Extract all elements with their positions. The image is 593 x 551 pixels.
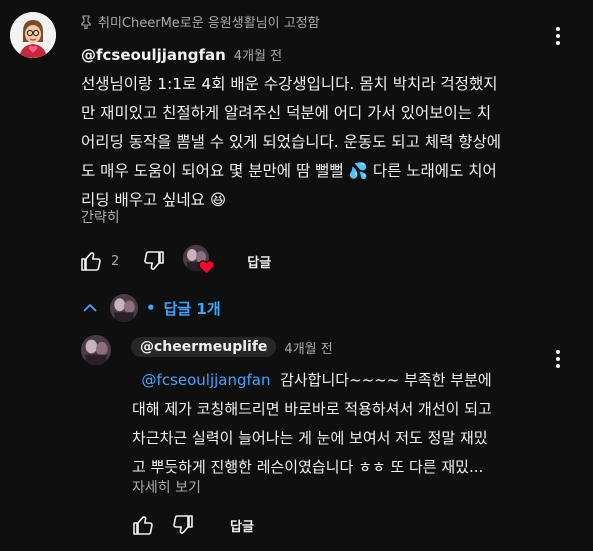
comment-line: 도 매우 도움이 되어요 몇 분만에 땀 뻘뻘 💦 다른 노래에도 치어: [81, 157, 531, 186]
comment-menu-button[interactable]: [548, 24, 568, 48]
reply-author-avatar[interactable]: [81, 335, 111, 365]
show-less-button[interactable]: 간략히: [81, 207, 120, 227]
creator-photo-icon: [81, 335, 111, 365]
reply-line-part: 감사합니다~~~~ 부족한 부분에: [280, 371, 492, 389]
reply-line: 차근차근 실력이 늘어나는 게 눈에 보여서 저도 정말 재밌: [132, 429, 488, 447]
bullet-separator: •: [146, 299, 156, 317]
like-count: 2: [111, 253, 120, 269]
memoji-avatar-icon: [10, 12, 56, 58]
thumb-up-icon: [133, 516, 153, 535]
more-vert-icon: [556, 27, 560, 45]
like-button[interactable]: [130, 511, 156, 539]
read-more-button[interactable]: 자세히 보기: [132, 477, 201, 497]
reply-line: 대해 제가 코칭해드리면 바로바로 적용하셔서 개선이 되고: [132, 400, 492, 418]
smile-emoji: 😆: [209, 191, 227, 209]
dislike-button[interactable]: [141, 247, 167, 275]
replies-toggle[interactable]: • 답글 1개: [82, 290, 221, 326]
sweat-emoji: 💦: [348, 162, 368, 180]
reply-line: @fcseouljjangfan 감사합니다~~~~ 부족한 부분에: [132, 366, 552, 395]
mention-link[interactable]: @fcseouljjangfan: [142, 371, 271, 389]
commenter-avatar[interactable]: [10, 12, 56, 58]
comment-text: 선생님이랑 1:1로 4회 배운 수강생입니다. 몸치 박치라 걱정했지 만 재…: [81, 70, 531, 215]
comment-author[interactable]: @fcseouljjangfan: [81, 46, 226, 64]
comment-line: 만 재미있고 친절하게 알려주신 덕분에 어디 가서 있어보이는 치: [81, 104, 492, 122]
creator-heart-badge: [183, 245, 215, 277]
reply-button[interactable]: 답글: [230, 516, 254, 535]
thumb-down-icon: [173, 515, 193, 534]
pinned-label: 취미CheerMe로운 응원생활님이 고정함: [80, 12, 320, 31]
comment-line: 리딩 배우고 싶네요 😆: [81, 186, 531, 215]
like-button[interactable]: [78, 247, 104, 275]
comment-actions: 2 답글: [78, 245, 271, 277]
thumb-up-icon: [81, 252, 101, 271]
pin-icon: [81, 14, 91, 29]
comment-line: 선생님이랑 1:1로 4회 배운 수강생입니다. 몸치 박치라 걱정했지: [81, 75, 498, 93]
reply-actions: 답글: [130, 510, 254, 540]
pinned-text: 취미CheerMe로운 응원생활님이 고정함: [98, 16, 320, 31]
comment-line: 어리딩 동작을 뽐낼 수 있게 되었습니다. 운동도 되고 체력 향상에: [81, 133, 502, 151]
reply-timestamp[interactable]: 4개월 전: [284, 338, 332, 357]
heart-icon: [198, 260, 215, 275]
reply-text: @fcseouljjangfan 감사합니다~~~~ 부족한 부분에 대해 제가…: [132, 366, 552, 482]
creator-photo-icon: [110, 294, 138, 322]
reply-button[interactable]: 답글: [247, 252, 271, 271]
creator-avatar: [110, 294, 138, 322]
replies-count-label: 답글 1개: [163, 299, 221, 318]
comment-line-part: 다른 노래에도 치어: [372, 162, 497, 180]
reply-header: @cheermeuplife 4개월 전: [131, 337, 333, 357]
comment-line-part: 도 매우 도움이 되어요 몇 분만에 땀 뻘뻘: [81, 162, 344, 180]
dislike-button[interactable]: [170, 511, 196, 539]
more-vert-icon: [556, 350, 560, 368]
reply-author-chip[interactable]: @cheermeuplife: [131, 337, 277, 357]
comment-timestamp[interactable]: 4개월 전: [234, 45, 282, 64]
comment-header: @fcseouljjangfan 4개월 전: [81, 45, 282, 64]
thumb-down-icon: [144, 251, 165, 270]
chevron-up-icon: [83, 303, 97, 312]
